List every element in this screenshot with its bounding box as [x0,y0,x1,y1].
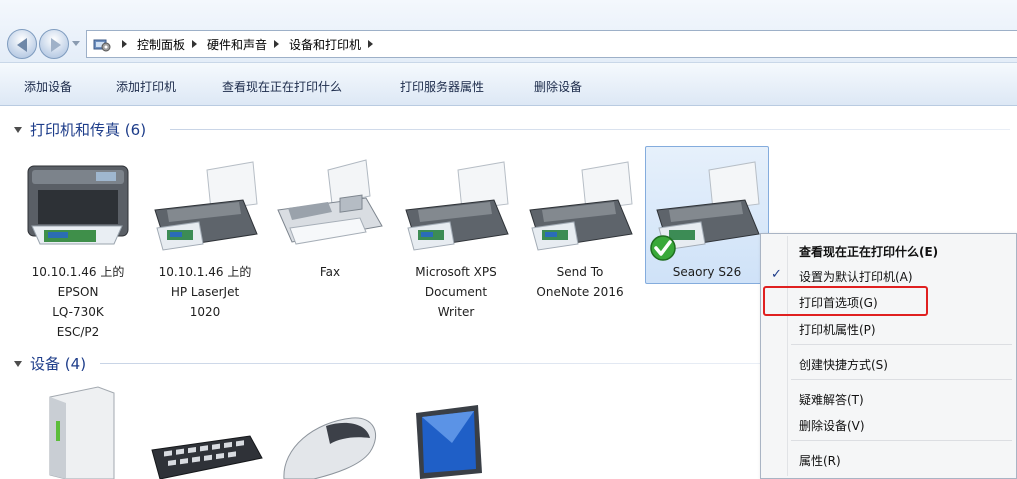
fax-icon [277,159,383,245]
printer-icon [405,161,509,251]
back-button[interactable] [7,29,37,59]
printer-icon [529,161,633,251]
menu-separator [791,440,1012,441]
back-arrow-icon [17,38,27,52]
menu-item-see-whats-printing[interactable]: 查看现在正在打印什么(E) [799,243,938,260]
printer-label: 10.10.1.46 上的 HP LaserJet 1020 [158,265,252,319]
breadcrumb-item-hardware-sound[interactable]: 硬件和声音 [207,36,267,53]
menu-separator [791,344,1012,345]
remove-device-button[interactable]: 删除设备 [534,78,582,95]
printer-label: Seaory S26 [672,265,742,279]
keyboard-icon[interactable] [146,430,264,479]
print-server-properties-button[interactable]: 打印服务器属性 [400,78,484,95]
annotation-highlight-box [763,286,928,316]
printer-label: Microsoft XPS Document Writer [415,265,497,319]
group-title: 打印机和传真 [30,121,121,139]
control-panel-icon [93,39,111,52]
group-divider [100,363,760,364]
group-count: (6) [124,120,147,139]
see-whats-printing-button[interactable]: 查看现在正在打印什么 [222,78,342,95]
breadcrumb-item-devices-printers[interactable]: 设备和打印机 [289,36,361,53]
printer-label: 10.10.1.46 上的 EPSON LQ-730K ESC/P2 [31,265,125,339]
printer-label: Fax [319,265,341,279]
computer-tower-icon[interactable] [40,383,120,479]
add-printer-button[interactable]: 添加打印机 [116,78,176,95]
history-dropdown-icon[interactable] [72,41,80,46]
checkmark-icon: ✓ [771,267,782,282]
breadcrumb: 控制面板 硬件和声音 设备和打印机 [115,31,383,57]
collapse-triangle-icon[interactable] [14,360,22,367]
menu-item-properties[interactable]: 属性(R) [799,452,841,469]
printer-label: Send To OneNote 2016 [536,265,624,299]
mouse-icon[interactable] [274,408,384,479]
menu-separator [791,379,1012,380]
forward-arrow-icon [51,38,61,52]
breadcrumb-separator-icon[interactable] [192,40,198,48]
menu-item-remove-device[interactable]: 删除设备(V) [799,417,865,434]
menu-item-create-shortcut[interactable]: 创建快捷方式(S) [799,356,888,373]
add-device-button[interactable]: 添加设备 [24,78,72,95]
group-count: (4) [64,354,87,373]
group-header-printers[interactable]: 打印机和传真 (6) [14,119,146,140]
multifunction-printer-icon [27,165,129,245]
menu-item-troubleshoot[interactable]: 疑难解答(T) [799,391,864,408]
breadcrumb-separator-icon[interactable] [274,40,280,48]
menu-item-set-default-printer[interactable]: 设置为默认打印机(A) [799,268,913,285]
menu-gutter [787,236,788,476]
breadcrumb-item-control-panel[interactable]: 控制面板 [137,36,185,53]
forward-button[interactable] [39,29,69,59]
printer-icon [154,161,258,251]
group-header-devices[interactable]: 设备 (4) [14,353,86,374]
command-bar: 添加设备 添加打印机 查看现在正在打印什么 打印服务器属性 删除设备 [0,62,1017,106]
breadcrumb-separator-icon[interactable] [368,40,374,48]
group-title: 设备 [30,355,61,373]
address-box[interactable]: 控制面板 硬件和声音 设备和打印机 [86,30,1017,58]
group-divider [170,129,1010,130]
context-menu: 查看现在正在打印什么(E) ✓ 设置为默认打印机(A) 打印首选项(G) 打印机… [760,233,1017,479]
menu-item-printer-properties[interactable]: 打印机属性(P) [799,321,876,338]
monitor-icon[interactable] [412,403,488,479]
collapse-triangle-icon[interactable] [14,126,22,133]
breadcrumb-separator-icon[interactable] [122,40,127,48]
default-printer-check-icon [650,235,676,261]
address-bar-region: 控制面板 硬件和声音 设备和打印机 [0,0,1017,62]
